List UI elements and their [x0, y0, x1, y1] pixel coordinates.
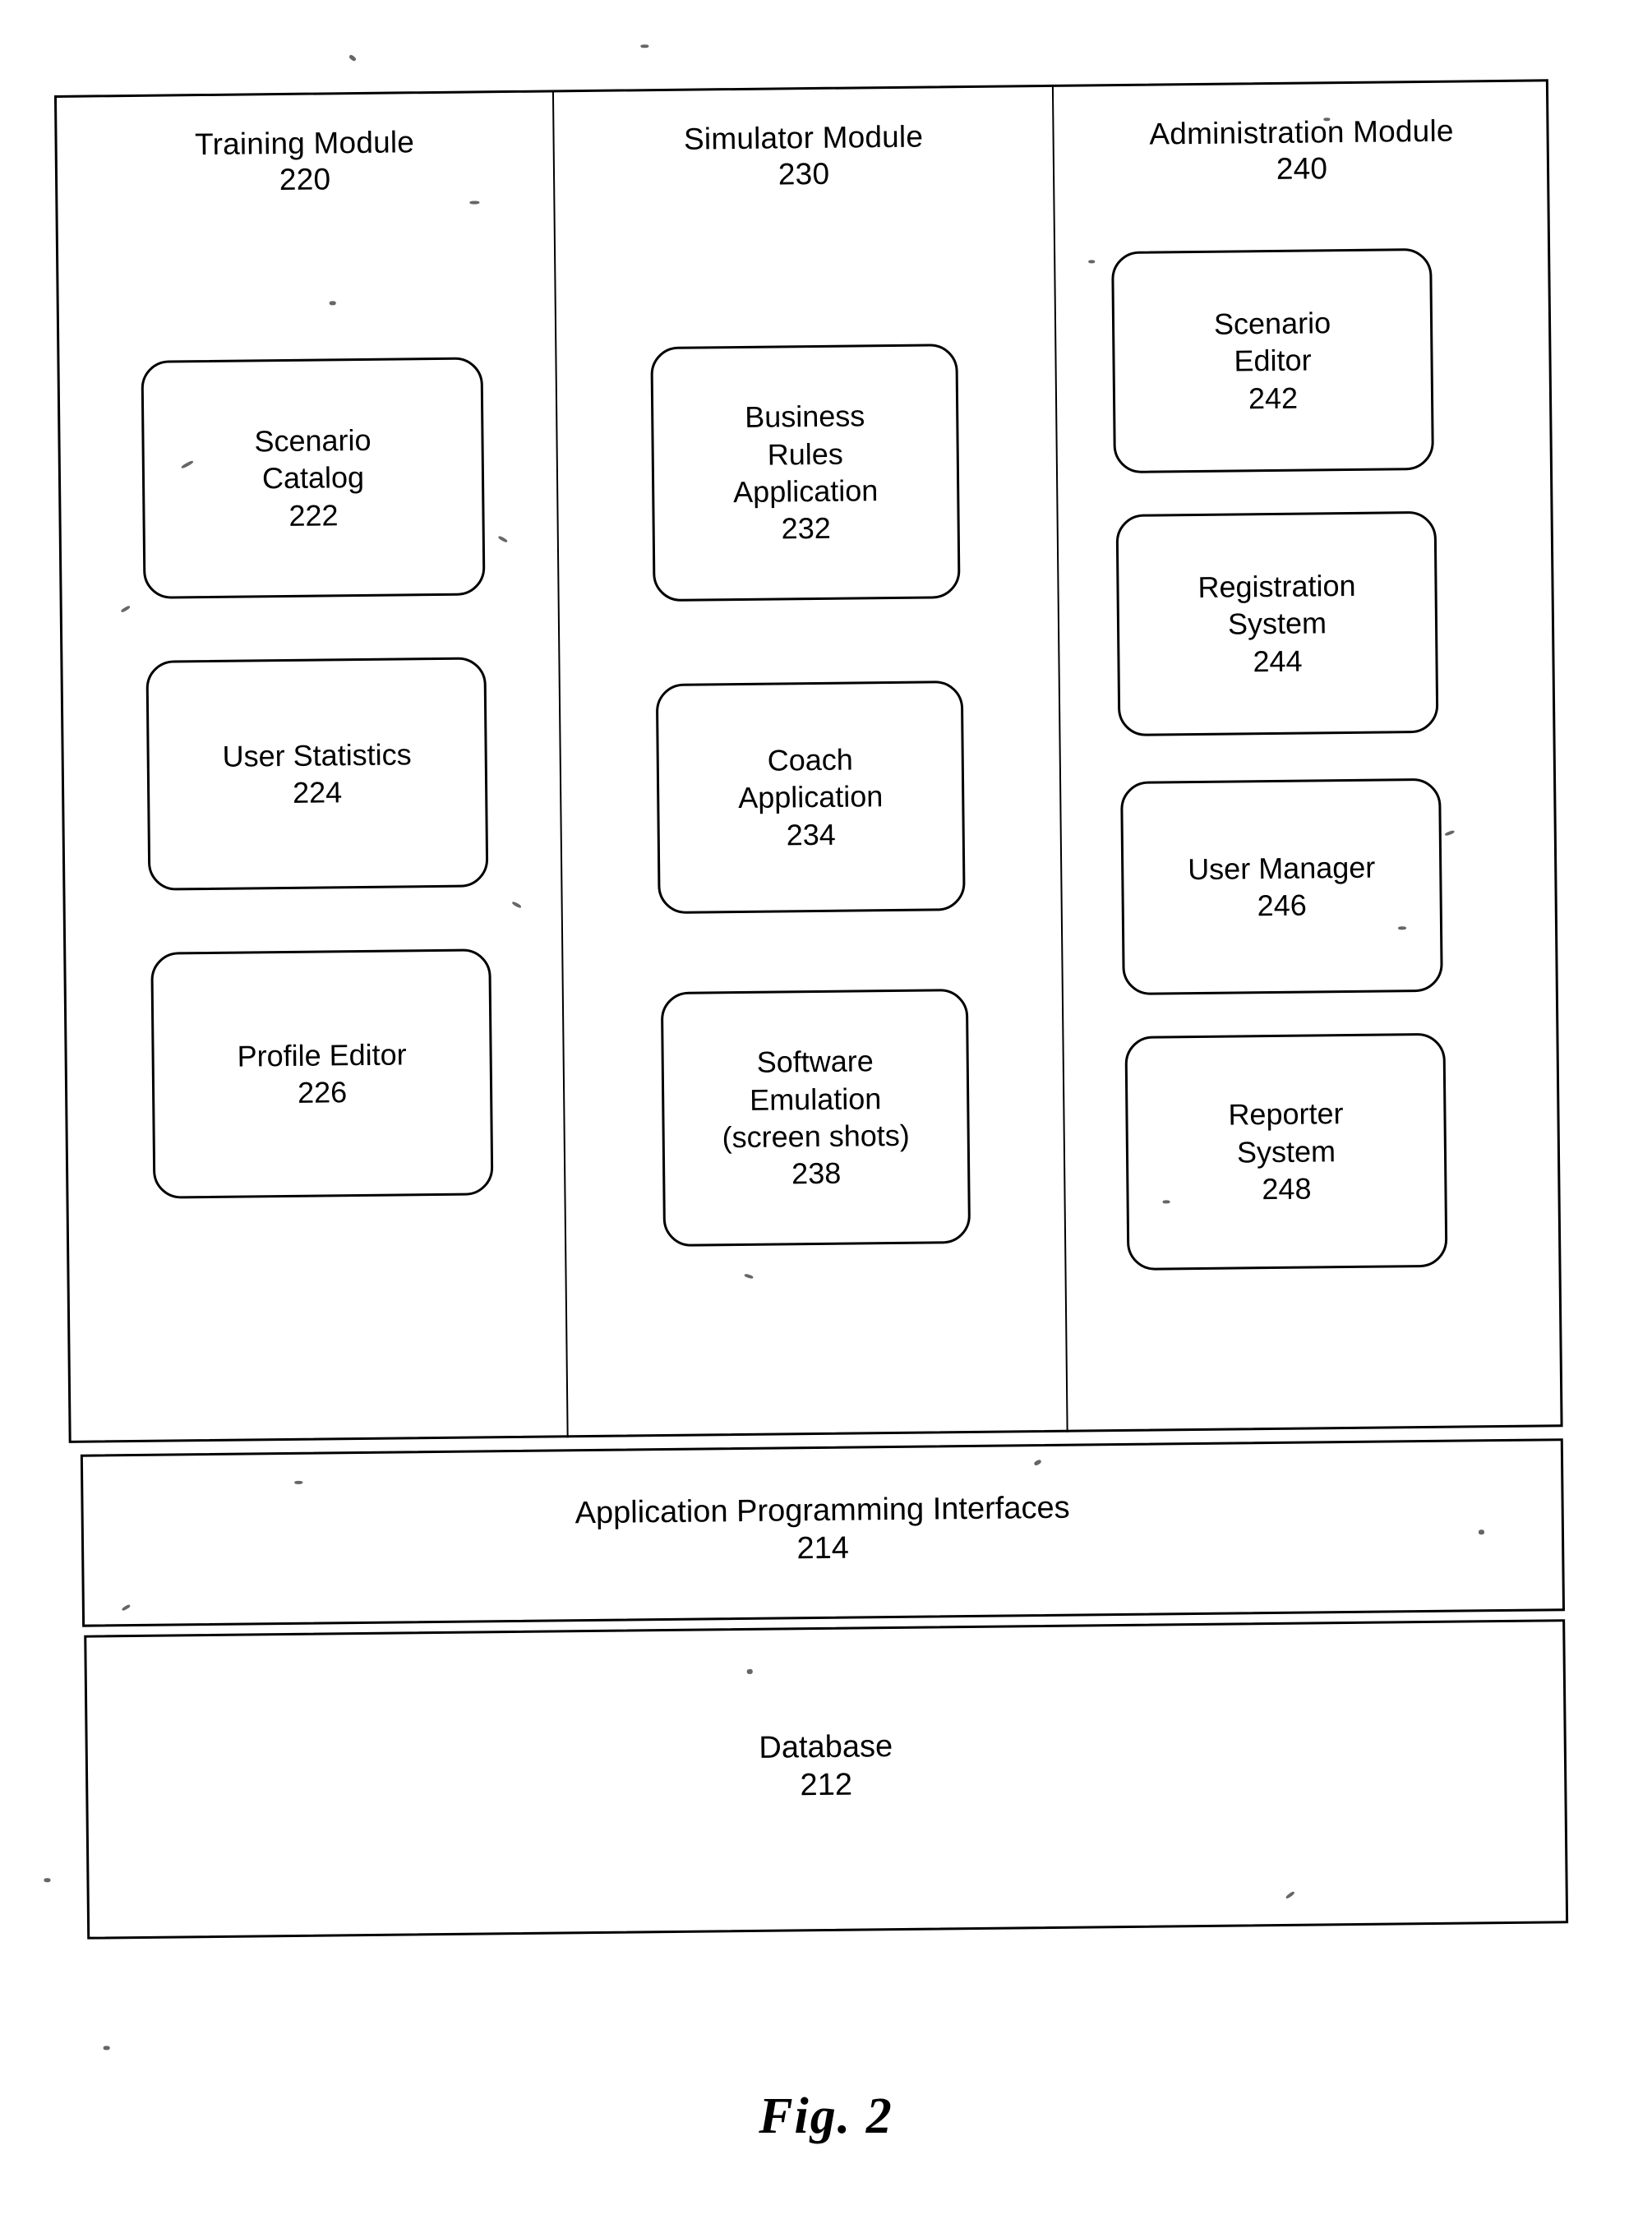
database-band-title: Database: [759, 1729, 893, 1765]
administration-module-heading: Administration Module 240: [1055, 90, 1548, 189]
database-band[interactable]: Database 212: [84, 1619, 1569, 1940]
api-band-label: Application Programming Interfaces 214: [83, 1483, 1562, 1575]
component-software-emulation[interactable]: Software Emulation (screen shots) 238: [660, 989, 971, 1248]
component-profile-editor[interactable]: Profile Editor 226: [150, 948, 494, 1199]
scan-speck: [1162, 1200, 1170, 1204]
scenario-editor-ref: 242: [1248, 381, 1299, 415]
simulator-module-column: Simulator Module 230 Business Rules Appl…: [556, 96, 1064, 1432]
scenario-catalog-ref: 222: [288, 497, 339, 533]
component-coach-application[interactable]: Coach Application 234: [655, 680, 966, 915]
component-user-manager[interactable]: User Manager 246: [1120, 777, 1443, 995]
administration-module-column: Administration Module 240 Scenario Edito…: [1055, 90, 1561, 1427]
business-rules-label-line-3: Application: [732, 473, 879, 510]
training-module-ref: 220: [279, 162, 331, 196]
simulator-module-title: Simulator Module: [683, 119, 924, 156]
software-emulation-label-line-1: Software: [756, 1044, 874, 1080]
scan-speck: [1323, 118, 1331, 122]
scan-speck: [294, 1480, 303, 1484]
component-user-statistics[interactable]: User Statistics 224: [145, 657, 489, 891]
scan-speck: [44, 1878, 51, 1883]
patent-figure-sheet: Training Module 220 Scenario Catalog 222…: [0, 0, 1652, 2219]
software-emulation-ref: 238: [791, 1156, 842, 1191]
user-statistics-label-line-1: User Statistics: [222, 736, 412, 773]
scan-speck: [1397, 926, 1407, 930]
component-registration-system[interactable]: Registration System 244: [1115, 510, 1439, 737]
scenario-editor-label-line-2: Editor: [1234, 343, 1312, 378]
coach-application-label-line-1: Coach: [767, 742, 854, 777]
profile-editor-label-line-1: Profile Editor: [237, 1037, 407, 1073]
simulator-module-heading: Simulator Module 230: [556, 96, 1051, 195]
coach-application-label-line-2: Application: [737, 779, 884, 815]
administration-module-title: Administration Module: [1149, 113, 1454, 151]
scan-speck: [1088, 260, 1096, 264]
component-scenario-editor[interactable]: Scenario Editor 242: [1111, 247, 1434, 474]
component-scenario-catalog[interactable]: Scenario Catalog 222: [141, 357, 486, 599]
diagram-canvas: Training Module 220 Scenario Catalog 222…: [0, 0, 1652, 2051]
reporter-system-label-line-1: Reporter: [1228, 1096, 1344, 1133]
database-band-ref: 212: [800, 1767, 853, 1803]
component-business-rules-application[interactable]: Business Rules Application 232: [650, 344, 961, 602]
component-reporter-system[interactable]: Reporter System 248: [1124, 1032, 1448, 1271]
software-emulation-label-line-2: Emulation: [749, 1081, 882, 1117]
registration-system-ref: 244: [1253, 644, 1303, 678]
user-manager-ref: 246: [1257, 888, 1307, 923]
application-programming-interfaces-band[interactable]: Application Programming Interfaces 214: [80, 1438, 1566, 1627]
scan-speck: [348, 53, 358, 62]
business-rules-label-line-2: Rules: [767, 436, 843, 472]
scan-speck: [469, 201, 480, 205]
user-manager-label-line-1: User Manager: [1187, 850, 1376, 886]
api-band-title: Application Programming Interfaces: [575, 1490, 1070, 1531]
simulator-module-ref: 230: [778, 156, 830, 191]
profile-editor-ref: 226: [297, 1075, 348, 1110]
scan-speck: [640, 44, 649, 48]
software-emulation-label-line-3: (screen shots): [722, 1118, 910, 1155]
administration-module-ref: 240: [1276, 150, 1328, 186]
training-module-title: Training Module: [194, 125, 415, 162]
registration-system-label-line-1: Registration: [1197, 568, 1356, 604]
scan-speck: [746, 1668, 753, 1674]
scan-speck: [1478, 1529, 1485, 1535]
scenario-catalog-label-line-1: Scenario: [254, 422, 371, 459]
user-statistics-ref: 224: [292, 775, 343, 810]
coach-application-ref: 234: [786, 817, 836, 852]
registration-system-label-line-2: System: [1227, 606, 1327, 641]
training-module-heading: Training Module 220: [58, 101, 551, 200]
figure-caption: Fig. 2: [759, 2088, 893, 2144]
scenario-catalog-label-line-2: Catalog: [261, 460, 365, 496]
database-band-label: Database 212: [88, 1720, 1565, 1812]
reporter-system-label-line-2: System: [1236, 1133, 1336, 1169]
scan-speck: [103, 2046, 110, 2051]
reporter-system-ref: 248: [1262, 1171, 1312, 1206]
scan-speck: [329, 301, 336, 306]
business-rules-ref: 232: [781, 511, 831, 546]
training-module-column: Training Module 220 Scenario Catalog 222…: [58, 101, 565, 1437]
api-band-ref: 214: [796, 1530, 850, 1566]
scenario-editor-label-line-1: Scenario: [1213, 306, 1331, 341]
business-rules-label-line-1: Business: [744, 399, 865, 435]
